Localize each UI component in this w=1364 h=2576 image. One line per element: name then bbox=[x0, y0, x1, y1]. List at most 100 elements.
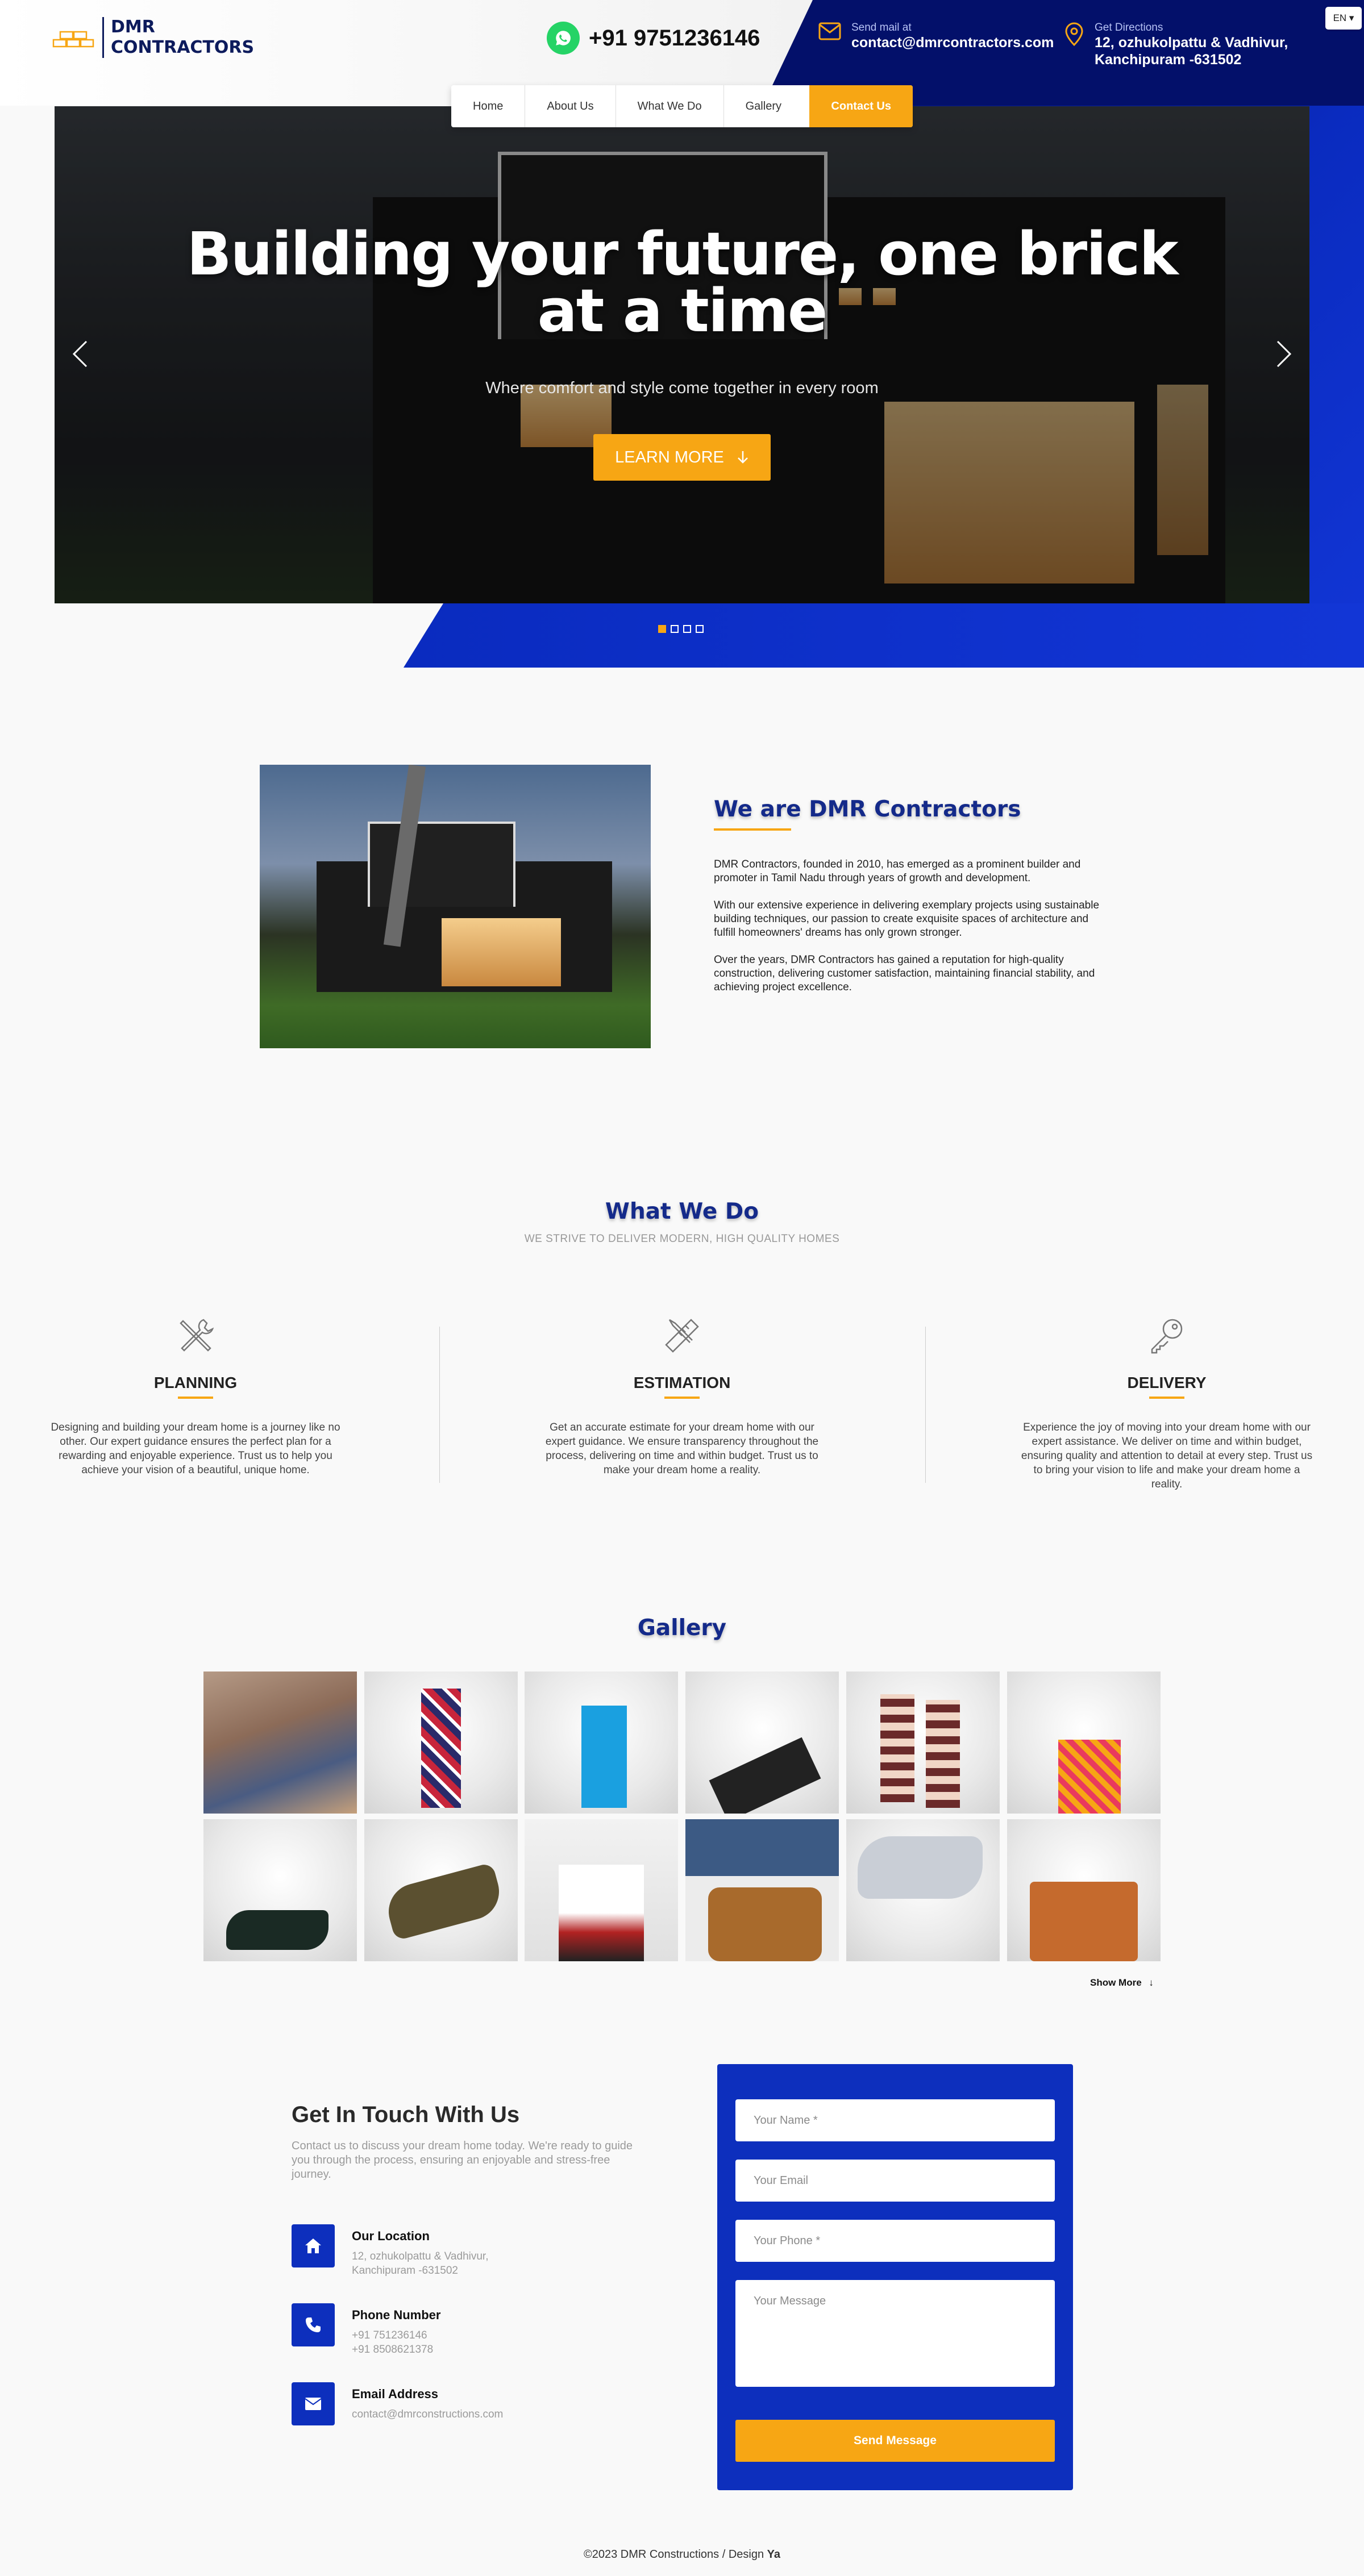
language-selector[interactable]: EN ▾ bbox=[1325, 7, 1362, 30]
phone-line1: +91 751236146 bbox=[352, 2329, 427, 2341]
about-text: DMR Contractors, founded in 2010, has em… bbox=[714, 858, 1112, 1008]
header-phone: +91 9751236146 bbox=[589, 25, 760, 51]
contact-phone: Phone Number +91 751236146 +91 850862137… bbox=[292, 2303, 440, 2357]
mail-icon bbox=[818, 22, 841, 40]
gallery-tile-red-sneakers-legs[interactable] bbox=[525, 1819, 678, 1961]
email-label: Email Address bbox=[352, 2387, 439, 2401]
chevron-left-icon[interactable] bbox=[70, 339, 90, 369]
footer-brand[interactable]: Ya bbox=[767, 2548, 780, 2561]
slider-dots bbox=[658, 625, 704, 633]
whatsapp-icon bbox=[547, 22, 580, 55]
contact-email: Email Address contact@dmrconstructions.c… bbox=[292, 2382, 503, 2425]
mail-value: contact@dmrcontractors.com bbox=[851, 35, 1054, 51]
slider-dot[interactable] bbox=[683, 625, 691, 633]
gallery-tile-group-photo[interactable] bbox=[203, 1672, 357, 1814]
show-more-button[interactable]: Show More ↓ bbox=[1090, 1977, 1154, 1989]
gallery-tile-tan-boots[interactable] bbox=[685, 1819, 839, 1961]
directions-label: Get Directions bbox=[1095, 22, 1163, 34]
directions-line1: 12, ozhukolpattu & Vadhivur, bbox=[1095, 35, 1288, 51]
services-title: What We Do bbox=[605, 1199, 759, 1224]
footer: ©2023 DMR Constructions / Design Ya bbox=[0, 2548, 1364, 2561]
key-icon bbox=[1151, 1319, 1183, 1354]
logo[interactable]: DMR CONTRACTORS bbox=[52, 17, 254, 58]
pencil-ruler-icon bbox=[665, 1319, 699, 1353]
message-input[interactable] bbox=[735, 2280, 1055, 2387]
mail-info[interactable]: Send mail at contact@dmrcontractors.com bbox=[818, 22, 1054, 51]
about-paragraph-3: Over the years, DMR Contractors has gain… bbox=[714, 954, 1095, 993]
gallery-tile-checkered-socks[interactable] bbox=[364, 1672, 518, 1814]
service-estimation: ESTIMATION Get an accurate estimate for … bbox=[534, 1315, 830, 1477]
gallery-tile-patterned-socks[interactable] bbox=[846, 1672, 1000, 1814]
name-input[interactable] bbox=[735, 2099, 1055, 2141]
nav-what-we-do[interactable]: What We Do bbox=[616, 85, 724, 127]
nav-about-us[interactable]: About Us bbox=[525, 85, 616, 127]
footer-text: ©2023 DMR Constructions / Design bbox=[583, 2548, 767, 2561]
hero-title: Building your future, one brick at a tim… bbox=[55, 219, 1309, 345]
location-line2: Kanchipuram -631502 bbox=[352, 2265, 458, 2277]
gallery-tile-blue-socks[interactable] bbox=[525, 1672, 678, 1814]
phone-label: Phone Number bbox=[352, 2308, 441, 2322]
service-text: Designing and building your dream home i… bbox=[51, 1422, 340, 1476]
hero-title-line2: at a time bbox=[537, 276, 828, 345]
home-icon bbox=[292, 2224, 335, 2267]
hero-overlay bbox=[55, 106, 1309, 603]
phone-line2: +91 8508621378 bbox=[352, 2344, 434, 2356]
about-title: We are DMR Contractors bbox=[714, 797, 1021, 822]
logo-line1: DMR bbox=[111, 17, 155, 37]
service-delivery: DELIVERY Experience the joy of moving in… bbox=[1019, 1315, 1315, 1491]
services-subtitle: WE STRIVE TO DELIVER MODERN, HIGH QUALIT… bbox=[524, 1233, 840, 1245]
about-paragraph-1: DMR Contractors, founded in 2010, has em… bbox=[714, 858, 1081, 884]
gallery-tile-olive-sneakers[interactable] bbox=[364, 1819, 518, 1961]
gallery-title: Gallery bbox=[637, 1615, 727, 1641]
about-paragraph-2: With our extensive experience in deliver… bbox=[714, 899, 1100, 939]
contact-description: Contact us to discuss your dream home to… bbox=[292, 2140, 633, 2181]
service-underline bbox=[1149, 1397, 1184, 1399]
gallery-tile-black-sneakers[interactable] bbox=[203, 1819, 357, 1961]
slider-dot[interactable] bbox=[658, 625, 666, 633]
arrow-down-icon: ↓ bbox=[1149, 1977, 1154, 1988]
hero-subtitle: Where comfort and style come together in… bbox=[485, 379, 879, 397]
logo-text: DMR CONTRACTORS bbox=[102, 17, 254, 58]
service-underline bbox=[664, 1397, 700, 1399]
chevron-right-icon[interactable] bbox=[1274, 339, 1294, 369]
gallery-tile-sock-pack[interactable] bbox=[685, 1672, 839, 1814]
location-label: Our Location bbox=[352, 2229, 430, 2243]
gallery-tile-grey-sneaker[interactable] bbox=[846, 1819, 1000, 1961]
learn-more-button[interactable]: LEARN MORE bbox=[593, 434, 771, 481]
hero-title-line1: Building your future, one brick bbox=[186, 219, 1178, 289]
nav-contact-us[interactable]: Contact Us bbox=[809, 85, 913, 127]
learn-more-label: LEARN MORE bbox=[615, 448, 724, 466]
about-underline bbox=[714, 828, 791, 831]
directions-info[interactable]: Get Directions 12, ozhukolpattu & Vadhiv… bbox=[1064, 22, 1288, 68]
send-message-button[interactable]: Send Message bbox=[735, 2420, 1055, 2462]
location-value: 12, ozhukolpattu & Vadhivur, Kanchipuram… bbox=[352, 2249, 488, 2278]
tools-icon bbox=[180, 1319, 214, 1352]
gallery-tile-leather-bag[interactable] bbox=[1007, 1819, 1161, 1961]
logo-line2: CONTRACTORS bbox=[111, 37, 255, 57]
hero-slider: Building your future, one brick at a tim… bbox=[55, 106, 1309, 603]
hero-bottom-band bbox=[404, 603, 1364, 668]
divider bbox=[439, 1327, 440, 1483]
mail-label: Send mail at bbox=[851, 22, 912, 34]
service-planning: PLANNING Designing and building your dre… bbox=[48, 1315, 343, 1477]
contact-location: Our Location 12, ozhukolpattu & Vadhivur… bbox=[292, 2224, 488, 2278]
location-line1: 12, ozhukolpattu & Vadhivur, bbox=[352, 2250, 489, 2262]
brick-logo-icon bbox=[52, 31, 94, 48]
service-text: Get an accurate estimate for your dream … bbox=[545, 1422, 819, 1476]
about-house-image bbox=[260, 765, 651, 1048]
service-underline bbox=[178, 1397, 213, 1399]
slider-dot[interactable] bbox=[696, 625, 704, 633]
email-input[interactable] bbox=[735, 2160, 1055, 2202]
service-title: ESTIMATION bbox=[633, 1374, 731, 1391]
nav-home[interactable]: Home bbox=[451, 85, 526, 127]
service-title: DELIVERY bbox=[1127, 1374, 1207, 1391]
slider-dot[interactable] bbox=[671, 625, 679, 633]
phone-input[interactable] bbox=[735, 2220, 1055, 2262]
nav-gallery[interactable]: Gallery bbox=[724, 85, 803, 127]
contact-title: Get In Touch With Us bbox=[292, 2102, 520, 2127]
arrow-down-icon bbox=[737, 451, 748, 464]
gallery-tile-striped-socks[interactable] bbox=[1007, 1672, 1161, 1814]
whatsapp-contact[interactable]: +91 9751236146 bbox=[547, 22, 760, 55]
service-title: PLANNING bbox=[153, 1374, 238, 1391]
email-value: contact@dmrconstructions.com bbox=[352, 2408, 504, 2420]
